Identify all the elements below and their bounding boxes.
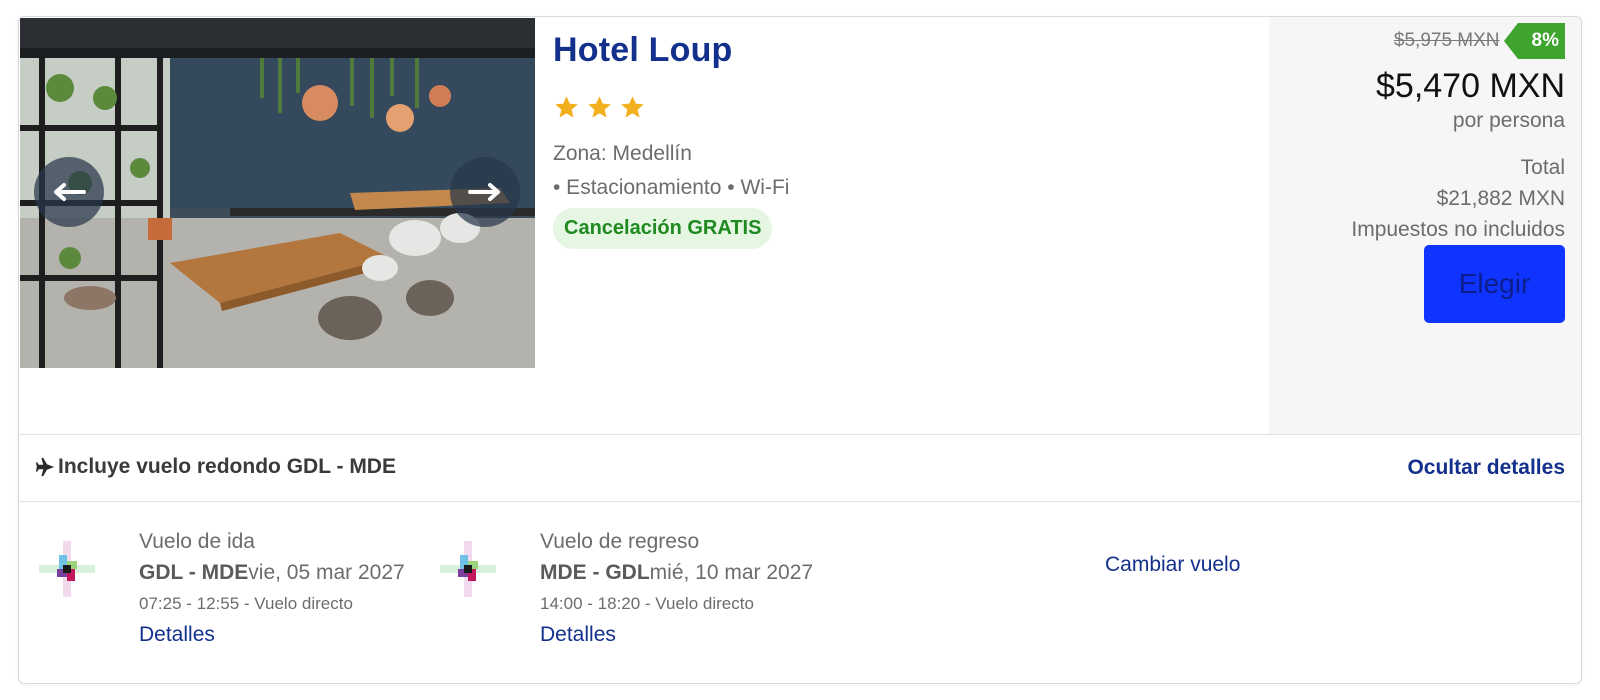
star-icon xyxy=(555,96,578,118)
taxes-note: Impuestos no incluidos xyxy=(1351,218,1565,241)
price-per-person: $5,470 MXN xyxy=(1376,67,1565,105)
star-rating xyxy=(553,94,1253,122)
change-flight-link[interactable]: Cambiar vuelo xyxy=(1105,553,1240,577)
airplane-icon xyxy=(35,457,55,477)
original-price: $5,975 MXN xyxy=(1393,30,1500,51)
total-label: Total xyxy=(1520,156,1565,179)
airline-logo-icon xyxy=(39,541,95,597)
hotel-info: Hotel Loup Zona: Medellín • Estacionamie… xyxy=(553,31,1253,249)
hotel-name[interactable]: Hotel Loup xyxy=(553,31,1253,70)
outbound-flight-text: Vuelo de ida GDL - MDEvie, 05 mar 2027 0… xyxy=(139,527,405,651)
hotel-zone: Zona: Medellín xyxy=(553,142,692,165)
gallery-next-button[interactable] xyxy=(450,157,520,227)
hotel-photo-gallery[interactable] xyxy=(20,18,535,368)
free-cancellation-badge: Cancelación GRATIS xyxy=(553,208,773,249)
return-title: Vuelo de regreso xyxy=(540,530,700,553)
old-price-row: $5,975 MXN 8% xyxy=(1394,23,1565,59)
return-details-link[interactable]: Detalles xyxy=(540,619,813,651)
outbound-date: vie, 05 mar 2027 xyxy=(248,561,405,584)
return-flight: Vuelo de regreso MDE - GDLmié, 10 mar 20… xyxy=(440,527,860,657)
flight-summary-text: Incluye vuelo redondo GDL - MDE xyxy=(58,455,396,478)
outbound-times: 07:25 - 12:55 - Vuelo directo xyxy=(139,594,353,613)
airline-logo-icon xyxy=(440,541,496,597)
return-route-line: MDE - GDLmié, 10 mar 2027 xyxy=(540,557,813,589)
hide-details-link[interactable]: Ocultar detalles xyxy=(1407,456,1565,480)
hotel-result-card: Hotel Loup Zona: Medellín • Estacionamie… xyxy=(18,16,1582,684)
choose-button[interactable]: Elegir xyxy=(1424,245,1565,323)
return-route: MDE - GDL xyxy=(540,561,650,584)
star-icon xyxy=(621,96,644,118)
outbound-route: GDL - MDE xyxy=(139,561,249,584)
return-times: 14:00 - 18:20 - Vuelo directo xyxy=(540,594,754,613)
outbound-details-link[interactable]: Detalles xyxy=(139,619,405,651)
hotel-amenities: • Estacionamiento • Wi-Fi xyxy=(553,176,790,199)
return-flight-text: Vuelo de regreso MDE - GDLmié, 10 mar 20… xyxy=(540,527,813,651)
outbound-title: Vuelo de ida xyxy=(139,530,255,553)
outbound-flight: Vuelo de ida GDL - MDEvie, 05 mar 2027 0… xyxy=(39,527,459,657)
star-icon xyxy=(588,96,611,118)
price-panel: $5,975 MXN 8% $5,470 MXN por persona Tot… xyxy=(1269,17,1581,451)
return-date: mié, 10 mar 2027 xyxy=(649,561,814,584)
gallery-prev-button[interactable] xyxy=(34,157,104,227)
outbound-route-line: GDL - MDEvie, 05 mar 2027 xyxy=(139,557,405,589)
arrow-left-icon xyxy=(54,183,86,201)
flight-summary-bar: Incluye vuelo redondo GDL - MDE Ocultar … xyxy=(19,434,1581,502)
flight-summary: Incluye vuelo redondo GDL - MDE xyxy=(35,455,396,479)
total-price: $21,882 MXN xyxy=(1436,187,1565,210)
arrow-right-icon xyxy=(468,183,500,201)
per-person-label: por persona xyxy=(1452,109,1565,132)
discount-badge: 8% xyxy=(1503,23,1565,59)
